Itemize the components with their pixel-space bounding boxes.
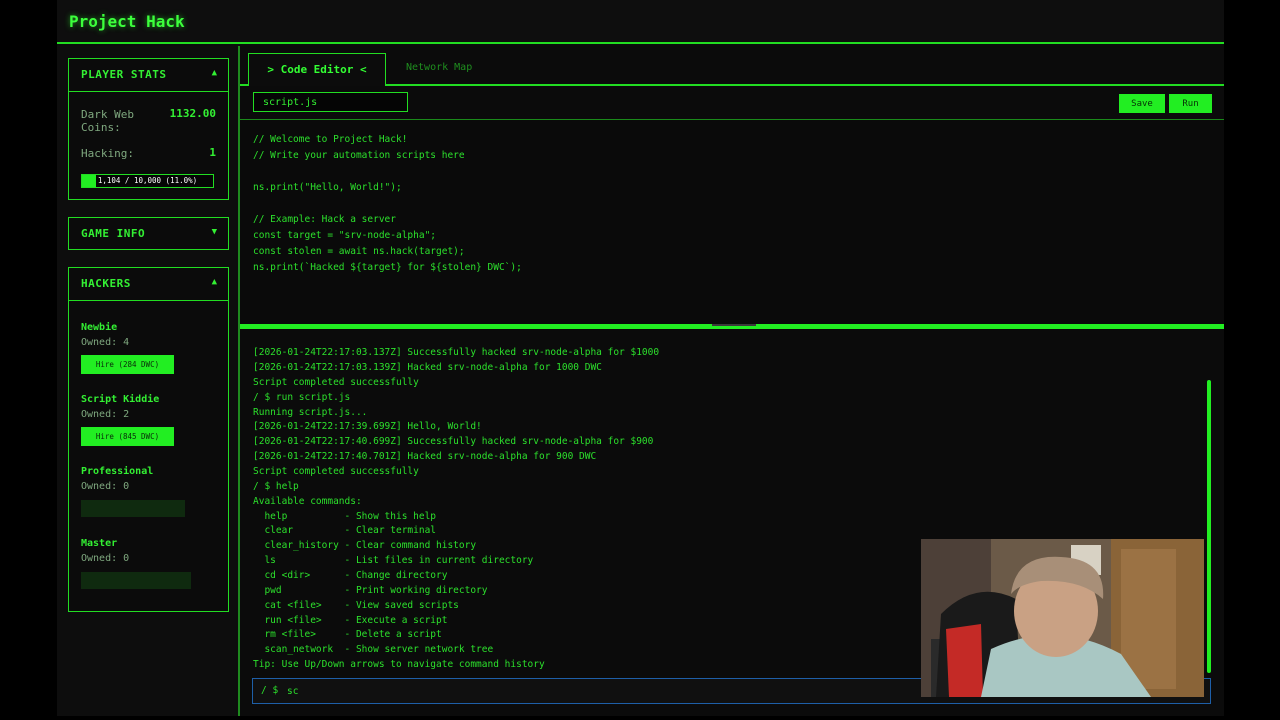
terminal-line: help - Show this help (253, 511, 437, 522)
tab-bar: > Code Editor < Network Map (240, 46, 1224, 86)
terminal-line: Available commands: (253, 496, 362, 507)
expand-icon[interactable]: ▼ (212, 227, 217, 237)
hire-script-kiddie-button[interactable]: Hire (845 DWC) (81, 427, 174, 446)
terminal-line: / $ run script.js (253, 392, 351, 403)
game-info-title: GAME INFO (81, 227, 146, 240)
hacker-owned: Owned: 4 (81, 337, 130, 348)
terminal-line: clear - Clear terminal (253, 525, 437, 536)
terminal-line: pwd - Print working directory (253, 585, 488, 596)
game-info-panel: GAME INFO ▼ (68, 217, 229, 250)
terminal-scrollbar[interactable] (1207, 380, 1211, 673)
prompt-symbol: / $ (261, 685, 279, 696)
tab-code-editor[interactable]: > Code Editor < (248, 53, 386, 86)
terminal-line: ls - List files in current directory (253, 555, 534, 566)
terminal-line: run <file> - Execute a script (253, 615, 448, 626)
terminal-line: / $ help (253, 481, 299, 492)
webcam-overlay (921, 539, 1204, 697)
hacker-owned: Owned: 0 (81, 481, 130, 492)
hackers-panel: HACKERS ▲ Newbie Owned: 4 Hire (284 DWC)… (68, 267, 229, 612)
terminal-line: cat <file> - View saved scripts (253, 600, 459, 611)
collapse-icon[interactable]: ▲ (212, 277, 217, 287)
run-button[interactable]: Run (1169, 94, 1212, 113)
hire-professional-button-disabled (81, 500, 185, 517)
code-line: // Write your automation scripts here (253, 150, 465, 161)
header: Project Hack (57, 0, 1224, 44)
terminal-line: [2026-01-24T22:17:40.701Z] Hacked srv-no… (253, 451, 597, 462)
xp-progress-bar: 1,104 / 10,000 (11.0%) (81, 174, 214, 188)
coins-label: Dark Web Coins: (81, 108, 134, 134)
terminal-line: Tip: Use Up/Down arrows to navigate comm… (253, 659, 545, 670)
hire-newbie-button[interactable]: Hire (284 DWC) (81, 355, 174, 374)
editor-toolbar: script.js Save Run (240, 86, 1224, 120)
code-line: ns.print(`Hacked ${target} for ${stolen}… (253, 262, 522, 273)
player-stats-header[interactable]: PLAYER STATS ▲ (69, 59, 228, 92)
hacker-name: Script Kiddie (81, 394, 160, 405)
terminal-line: scan_network - Show server network tree (253, 644, 494, 655)
terminal-line: Running script.js... (253, 407, 368, 418)
hacker-owned: Owned: 2 (81, 409, 130, 420)
code-line: const target = "srv-node-alpha"; (253, 230, 437, 241)
terminal-line: Script completed successfully (253, 377, 419, 388)
coins-value: 1132.00 (169, 107, 216, 120)
terminal-line: Script completed successfully (253, 466, 419, 477)
terminal-line: rm <file> - Delete a script (253, 629, 442, 640)
game-info-header[interactable]: GAME INFO ▼ (69, 218, 228, 250)
hackers-header[interactable]: HACKERS ▲ (69, 268, 228, 301)
code-line: ns.print("Hello, World!"); (253, 182, 402, 193)
app-title: Project Hack (69, 12, 185, 31)
code-line: // Welcome to Project Hack! (253, 134, 408, 145)
hacker-name: Master (81, 538, 118, 549)
webcam-person-image (921, 539, 1204, 697)
xp-progress-text: 1,104 / 10,000 (11.0%) (97, 176, 198, 185)
player-stats-title: PLAYER STATS (81, 68, 167, 81)
save-button[interactable]: Save (1119, 94, 1165, 113)
tab-network-map[interactable]: Network Map (406, 62, 472, 73)
terminal-line: cd <dir> - Change directory (253, 570, 448, 581)
resize-handle[interactable] (712, 324, 756, 326)
hackers-title: HACKERS (81, 277, 131, 290)
terminal-line: [2026-01-24T22:17:03.137Z] Successfully … (253, 347, 660, 358)
collapse-icon[interactable]: ▲ (212, 68, 217, 78)
hacking-label: Hacking: (81, 147, 134, 160)
terminal-line: [2026-01-24T22:17:39.699Z] Hello, World! (253, 421, 482, 432)
terminal-line: [2026-01-24T22:17:03.139Z] Hacked srv-no… (253, 362, 602, 373)
hacker-name: Newbie (81, 322, 118, 333)
hacker-name: Professional (81, 466, 154, 477)
terminal-line: [2026-01-24T22:17:40.699Z] Successfully … (253, 436, 654, 447)
terminal-line: clear_history - Clear command history (253, 540, 477, 551)
hacking-value: 1 (209, 146, 216, 159)
filename-input[interactable]: script.js (253, 92, 408, 112)
hire-master-button-disabled (81, 572, 191, 589)
hacker-owned: Owned: 0 (81, 553, 130, 564)
code-line: const stolen = await ns.hack(target); (253, 246, 465, 257)
code-line: // Example: Hack a server (253, 214, 396, 225)
player-stats-panel: PLAYER STATS ▲ Dark Web Coins: 1132.00 H… (68, 58, 229, 200)
command-input[interactable] (287, 683, 587, 699)
code-editor[interactable]: // Welcome to Project Hack! // Write you… (240, 120, 1224, 382)
sidebar: PLAYER STATS ▲ Dark Web Coins: 1132.00 H… (57, 46, 240, 716)
